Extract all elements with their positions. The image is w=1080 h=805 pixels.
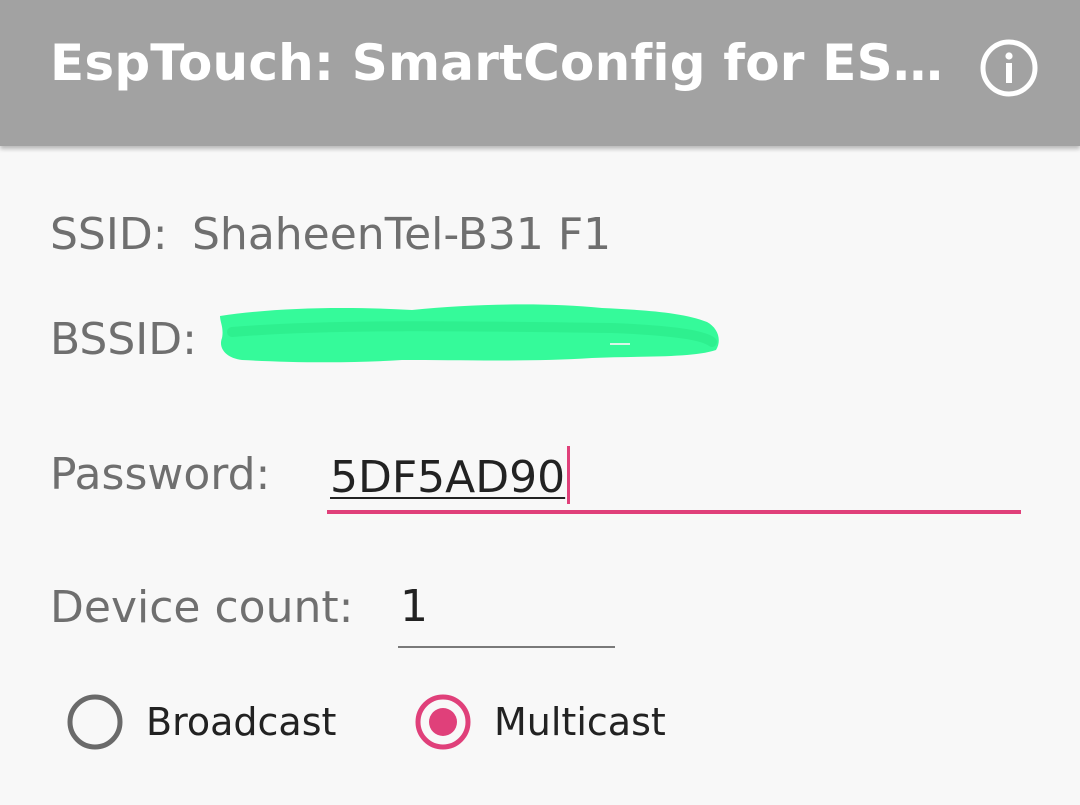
multicast-radio[interactable]: Multicast (414, 693, 666, 751)
password-label: Password: (50, 449, 271, 500)
ssid-value: ShaheenTel-B31 F1 (192, 209, 612, 260)
ssid-label: SSID: (50, 209, 168, 260)
bssid-label: BSSID: (50, 314, 197, 365)
device-count-underline (398, 646, 615, 648)
bssid-redaction-scribble (212, 298, 724, 368)
config-form: SSID: ShaheenTel-B31 F1 BSSID: Password:… (0, 146, 1080, 805)
device-count-label: Device count: (50, 582, 354, 633)
broadcast-radio[interactable]: Broadcast (66, 693, 336, 751)
app-title: EspTouch: SmartConfig for ES… (50, 34, 944, 92)
device-count-input[interactable]: 1 (398, 564, 615, 650)
app-bar: EspTouch: SmartConfig for ES… (0, 0, 1080, 146)
password-value: 5DF5AD90 (330, 452, 566, 503)
radio-unchecked-icon (67, 694, 123, 750)
info-icon[interactable] (978, 37, 1040, 99)
password-input[interactable]: 5DF5AD90 (327, 428, 1021, 516)
multicast-label: Multicast (494, 700, 666, 744)
text-cursor (567, 446, 571, 504)
password-underline (327, 510, 1021, 514)
broadcast-label: Broadcast (146, 700, 337, 744)
device-count-value: 1 (400, 581, 428, 632)
radio-checked-icon (415, 694, 471, 750)
